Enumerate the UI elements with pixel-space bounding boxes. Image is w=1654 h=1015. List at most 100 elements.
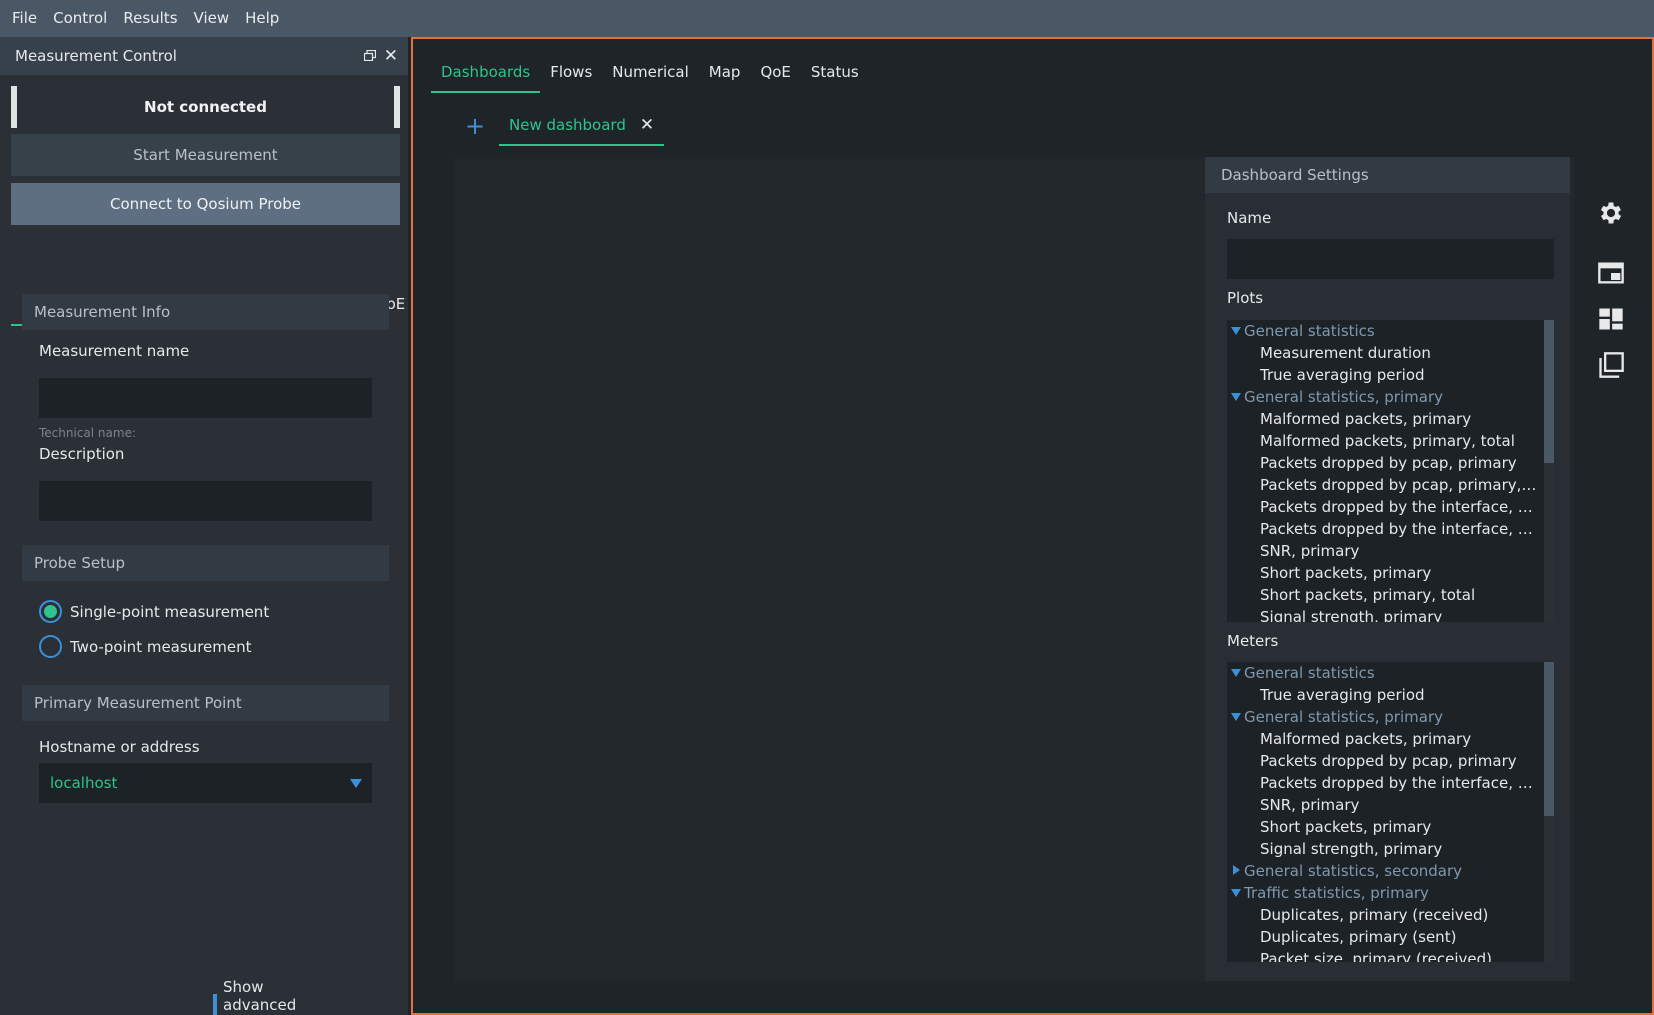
probe-setup-header[interactable]: Probe Setup — [22, 545, 389, 581]
tree-group[interactable]: General statistics — [1227, 662, 1539, 684]
tree-item[interactable]: Short packets, primary, total — [1227, 584, 1539, 606]
tree-label: Short packets, primary, total — [1260, 586, 1476, 604]
tree-item[interactable]: SNR, primary — [1227, 540, 1539, 562]
measurement-info-header[interactable]: Measurement Info — [22, 294, 389, 330]
menu-results[interactable]: Results — [115, 0, 185, 37]
tree-group[interactable]: Traffic statistics, primary — [1227, 882, 1539, 904]
menu-help[interactable]: Help — [237, 0, 287, 37]
tree-label: Signal strength, primary — [1260, 608, 1443, 622]
menu-file[interactable]: File — [4, 0, 45, 37]
main-tabs: Dashboards Flows Numerical Map QoE Statu… — [431, 53, 869, 93]
tree-item[interactable]: Signal strength, primary — [1227, 838, 1539, 860]
tree-item[interactable]: Signal strength, primary — [1227, 606, 1539, 622]
radio-checked-icon — [39, 600, 62, 623]
tree-group[interactable]: General statistics, primary — [1227, 706, 1539, 728]
collapsed-arrow-icon[interactable] — [1233, 865, 1240, 875]
tree-item[interactable]: Packet size, primary (received) — [1227, 948, 1539, 962]
menu-view[interactable]: View — [186, 0, 238, 37]
menu-control[interactable]: Control — [45, 0, 115, 37]
description-input[interactable] — [39, 481, 372, 521]
tree-item[interactable]: Short packets, primary — [1227, 816, 1539, 838]
expanded-arrow-icon[interactable] — [1231, 327, 1241, 335]
tree-item[interactable]: Packets dropped by the interface, primar… — [1227, 772, 1539, 794]
tree-label: Packets dropped by the interface, primar… — [1260, 774, 1539, 792]
tree-item[interactable]: Measurement duration — [1227, 342, 1539, 364]
tree-item[interactable]: Malformed packets, primary — [1227, 408, 1539, 430]
tree-label: True averaging period — [1260, 686, 1425, 704]
expanded-arrow-icon[interactable] — [1231, 669, 1241, 677]
tree-item[interactable]: True averaging period — [1227, 364, 1539, 386]
tab-status[interactable]: Status — [801, 53, 869, 93]
meters-scroll-thumb[interactable] — [1544, 662, 1554, 816]
tree-group[interactable]: General statistics, primary — [1227, 386, 1539, 408]
tree-group[interactable]: General statistics — [1227, 320, 1539, 342]
hostname-select[interactable]: localhost — [39, 763, 372, 803]
tab-dashboards[interactable]: Dashboards — [431, 53, 541, 93]
radio-two-point-label: Two-point measurement — [70, 637, 252, 656]
copy-icon[interactable] — [1597, 351, 1625, 379]
layout-icon[interactable] — [1597, 305, 1625, 333]
expanded-arrow-icon[interactable] — [1231, 713, 1241, 721]
tree-item[interactable]: SNR, primary — [1227, 794, 1539, 816]
dropdown-arrow-icon — [350, 779, 362, 788]
tab-numerical[interactable]: Numerical — [602, 53, 699, 93]
meters-label: Meters — [1227, 632, 1279, 650]
meters-scrollbar[interactable] — [1544, 662, 1554, 962]
add-dashboard-icon[interactable]: + — [457, 106, 493, 146]
radio-two-point[interactable]: Two-point measurement — [39, 635, 252, 658]
tree-label: Packets dropped by pcap, primary, total — [1260, 476, 1539, 494]
tree-label: General statistics — [1244, 322, 1375, 340]
tree-label: Short packets, primary — [1260, 818, 1432, 836]
tree-label: Malformed packets, primary, total — [1260, 432, 1515, 450]
tree-item[interactable]: Short packets, primary — [1227, 562, 1539, 584]
primary-point-header[interactable]: Primary Measurement Point — [22, 685, 389, 721]
dashboard-tab-label: New dashboard — [509, 116, 626, 134]
start-measurement-button[interactable]: Start Measurement — [11, 134, 400, 176]
radio-single-point[interactable]: Single-point measurement — [39, 600, 269, 623]
tree-item[interactable]: Duplicates, primary (received) — [1227, 904, 1539, 926]
expanded-arrow-icon[interactable] — [1231, 393, 1241, 401]
measurement-name-input[interactable] — [39, 378, 372, 418]
tree-label: Malformed packets, primary — [1260, 410, 1472, 428]
dashboard-tab[interactable]: New dashboard ✕ — [499, 106, 665, 146]
plots-scrollbar[interactable] — [1544, 320, 1554, 622]
tree-item[interactable]: Packets dropped by pcap, primary, total — [1227, 474, 1539, 496]
tab-qoe-main[interactable]: QoE — [750, 53, 800, 93]
meters-tree[interactable]: General statistics True averaging period G… — [1227, 662, 1554, 962]
dock-title-bar: Measurement Control ✕ — [0, 37, 408, 75]
window-icon[interactable] — [1597, 259, 1625, 287]
plots-scroll-thumb[interactable] — [1544, 320, 1554, 463]
tree-label: Duplicates, primary (sent) — [1260, 928, 1457, 946]
tree-label: Packet size, primary (received) — [1260, 950, 1492, 962]
float-window-icon[interactable] — [364, 50, 376, 61]
tree-item[interactable]: Packets dropped by the interface, primar… — [1227, 518, 1539, 540]
tree-label: SNR, primary — [1260, 796, 1360, 814]
connection-status: Not connected — [11, 86, 400, 128]
tab-flows[interactable]: Flows — [540, 53, 602, 93]
tree-item[interactable]: Packets dropped by the interface, primar… — [1227, 496, 1539, 518]
tree-group[interactable]: General statistics, secondary — [1227, 860, 1539, 882]
gear-icon[interactable] — [1597, 199, 1625, 227]
dashboard-name-input[interactable] — [1227, 239, 1554, 279]
tree-label: Malformed packets, primary — [1260, 730, 1472, 748]
dashboard-settings-title: Dashboard Settings — [1205, 157, 1570, 193]
close-tab-icon[interactable]: ✕ — [640, 115, 654, 135]
tree-label: General statistics, primary — [1244, 388, 1443, 406]
tree-item[interactable]: Malformed packets, primary, total — [1227, 430, 1539, 452]
tree-item[interactable]: Malformed packets, primary — [1227, 728, 1539, 750]
radio-single-point-label: Single-point measurement — [70, 602, 270, 621]
tree-item[interactable]: Duplicates, primary (sent) — [1227, 926, 1539, 948]
plots-tree[interactable]: General statistics Measurement duration Tr… — [1227, 320, 1554, 622]
connect-probe-button[interactable]: Connect to Qosium Probe — [11, 183, 400, 225]
expanded-arrow-icon[interactable] — [1231, 889, 1241, 897]
tab-map[interactable]: Map — [699, 53, 751, 93]
tree-label: Measurement duration — [1260, 344, 1431, 362]
tree-item[interactable]: True averaging period — [1227, 684, 1539, 706]
name-label: Name — [1227, 209, 1272, 227]
tree-item[interactable]: Packets dropped by pcap, primary — [1227, 452, 1539, 474]
tree-label: Signal strength, primary — [1260, 840, 1443, 858]
close-icon[interactable]: ✕ — [384, 46, 398, 66]
tree-item[interactable]: Packets dropped by pcap, primary — [1227, 750, 1539, 772]
tree-label: Packets dropped by pcap, primary — [1260, 454, 1517, 472]
plots-label: Plots — [1227, 289, 1264, 307]
